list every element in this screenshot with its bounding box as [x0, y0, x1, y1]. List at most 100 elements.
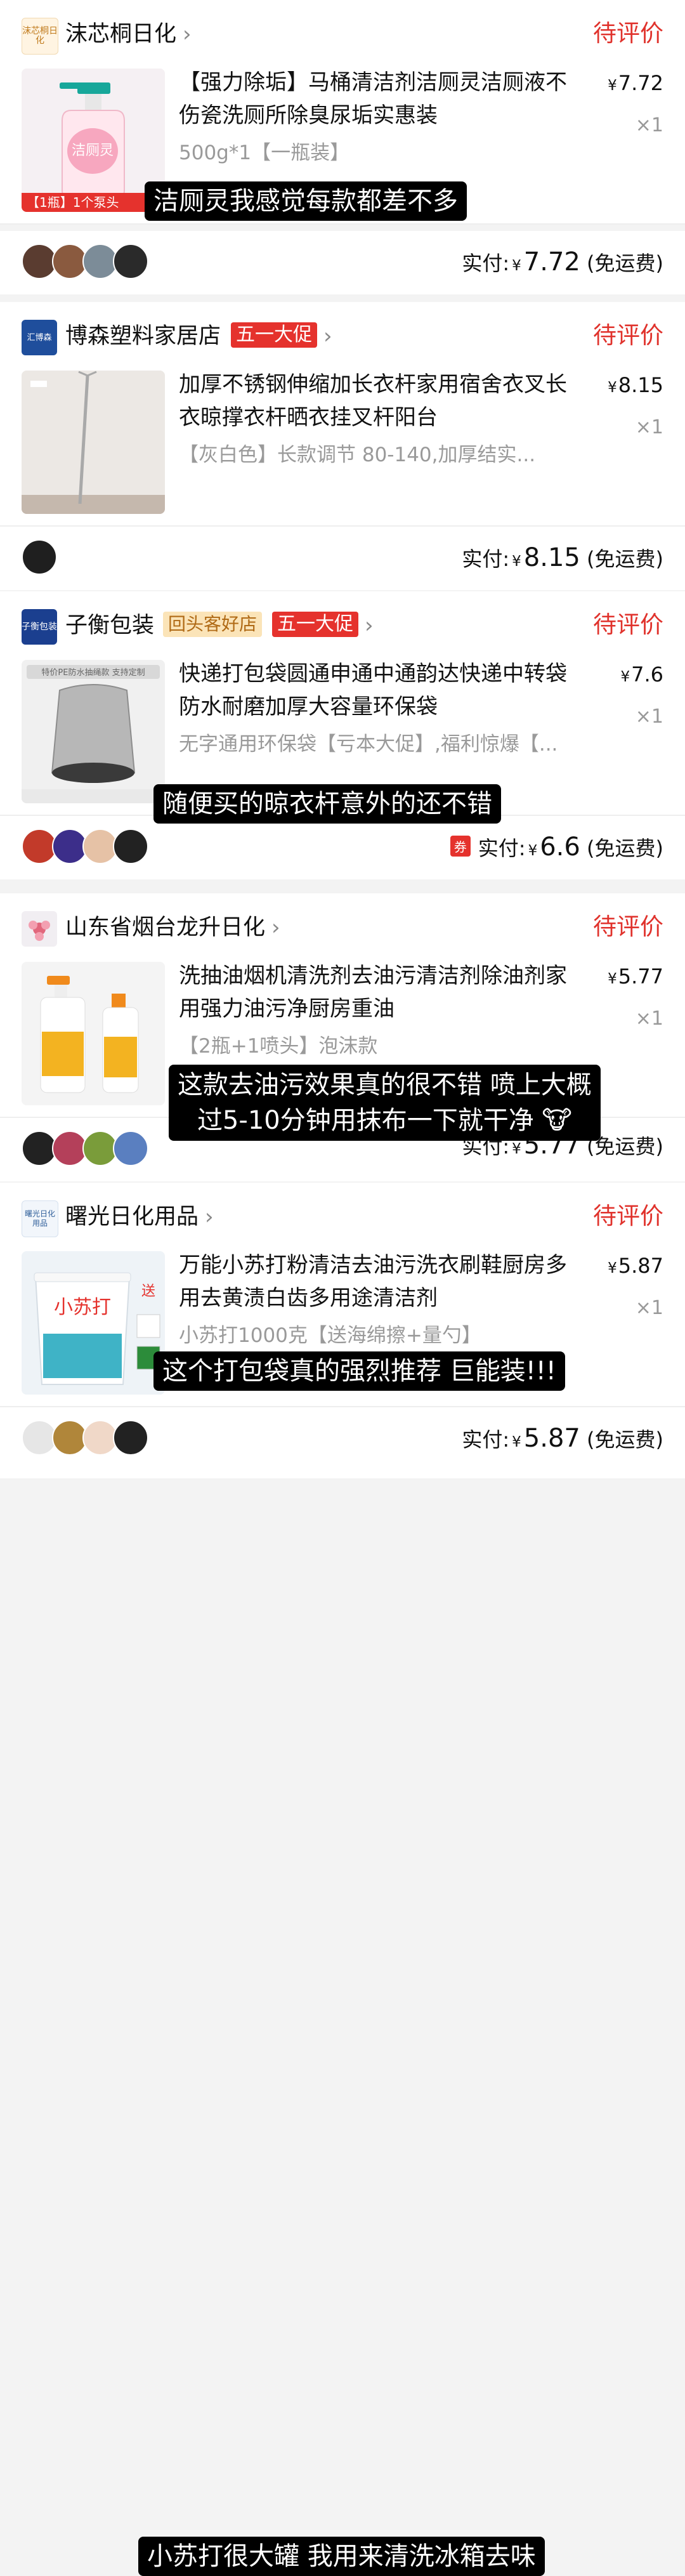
- spray-bottle-image: 洁厕灵 【1瓶】1个泵头: [22, 69, 165, 212]
- shipping-note: (免运费): [587, 1428, 663, 1452]
- shop-header[interactable]: 曙光日化用品 曙光日化用品 ›: [0, 1183, 685, 1246]
- shop-name-link[interactable]: 沫芯桐日化 ›: [65, 19, 192, 49]
- product-thumbnail[interactable]: 小苏打 送: [22, 1251, 165, 1395]
- avatar-group[interactable]: [22, 244, 148, 279]
- paid-label: 实付:: [462, 251, 510, 275]
- chevron-right-icon: ›: [365, 613, 374, 638]
- review-caption: 随便买的晾衣杆意外的还不错: [153, 784, 501, 824]
- clothes-pole-image: [22, 371, 165, 514]
- order-card[interactable]: 沫芯桐日化 沫芯桐日化 › 待评价 洁厕灵 【1瓶】1个泵头 【强力除垢】马桶清洁…: [0, 0, 685, 223]
- shop-header[interactable]: 山东省烟台龙升日化 ›: [0, 893, 685, 957]
- shop-header[interactable]: 汇博森 博森塑料家居店 五一大促 ›: [0, 302, 685, 365]
- chevron-right-icon: ›: [205, 1204, 214, 1230]
- currency-symbol: ¥: [608, 971, 617, 987]
- shop-header[interactable]: 沫芯桐日化 沫芯桐日化 ›: [0, 0, 685, 63]
- shop-logo: [22, 911, 57, 947]
- avatar-group[interactable]: [22, 829, 148, 864]
- product-variant: 500g*1【一瓶装】: [179, 141, 350, 164]
- currency-symbol: ¥: [608, 1260, 617, 1277]
- paid-label: 实付:: [462, 547, 510, 571]
- return-customer-badge: 回头客好店: [163, 612, 263, 637]
- quantity: ×1: [635, 114, 663, 136]
- product-variant: 【灰白色】长款调节 80-140,加厚结实...: [179, 444, 536, 466]
- order-status[interactable]: 待评价: [593, 18, 663, 49]
- review-caption: 这个打包袋真的强烈推荐 巨能装!!!: [153, 1351, 565, 1391]
- currency-symbol: ¥: [512, 1141, 521, 1157]
- cleaner-bottles-image: [22, 962, 165, 1105]
- svg-text:小苏打: 小苏打: [54, 1296, 111, 1318]
- chevron-right-icon: ›: [183, 22, 192, 47]
- shipping-note: (免运费): [587, 251, 663, 275]
- order-status[interactable]: 待评价: [593, 320, 663, 352]
- review-caption: 小苏打很大罐 我用来清洗冰箱去味: [138, 2537, 545, 2576]
- product-title[interactable]: 快递打包袋圆通申通中通韵达快递中转袋防水耐磨加厚大容量环保袋: [179, 657, 578, 723]
- avatar: [113, 244, 148, 279]
- quantity: ×1: [635, 1297, 663, 1319]
- product-thumbnail[interactable]: 洁厕灵 【1瓶】1个泵头: [22, 69, 165, 212]
- paid-amount: 7.72: [523, 247, 580, 277]
- shop-logo: 汇博森: [22, 320, 57, 355]
- product-variant: 【2瓶+1喷头】泡沫款: [179, 1035, 378, 1058]
- unit-price: ¥5.77: [608, 964, 663, 989]
- price-value: 8.15: [618, 373, 663, 397]
- shop-name-link[interactable]: 山东省烟台龙升日化 ›: [65, 912, 280, 943]
- unit-price: ¥7.72: [608, 71, 663, 95]
- avatar-group[interactable]: [22, 539, 57, 575]
- product-title[interactable]: 洗抽油烟机清洗剂去油污清洁剂除油剂家用强力油污净厨房重油: [179, 959, 578, 1025]
- order-footer: 实付: ¥5.87 (免运费): [0, 1407, 685, 1478]
- paid-amount: 6.6: [540, 832, 580, 862]
- shop-name: 曙光日化用品: [65, 1204, 199, 1230]
- order-footer: 券实付: ¥6.6 (免运费): [0, 816, 685, 879]
- avatar: [113, 829, 148, 864]
- product-thumbnail[interactable]: 特价PE防水抽绳款 支持定制: [22, 660, 165, 803]
- avatar-group[interactable]: [22, 1131, 148, 1166]
- shop-name-link[interactable]: 子衡包装 回头客好店 五一大促 ›: [65, 610, 374, 641]
- caption-line: 这款去油污效果真的很不错 喷上大概: [178, 1070, 592, 1100]
- quantity: ×1: [635, 416, 663, 438]
- price-value: 7.6: [631, 662, 663, 687]
- product-thumbnail[interactable]: [22, 962, 165, 1105]
- shop-header[interactable]: 子衡包装 子衡包装 回头客好店 五一大促 ›: [0, 591, 685, 655]
- product-title[interactable]: 【强力除垢】马桶清洁剂洁厕灵洁厕液不伤瓷洗厕所除臭尿垢实惠装: [179, 66, 578, 132]
- shop-logo: 曙光日化用品: [22, 1200, 58, 1237]
- divider: [0, 223, 685, 225]
- shop-name-link[interactable]: 曙光日化用品 ›: [65, 1202, 214, 1232]
- currency-symbol: ¥: [512, 553, 521, 570]
- paid-label: 实付:: [462, 1428, 510, 1452]
- order-card[interactable]: 子衡包装 子衡包装 回头客好店 五一大促 › 待评价 特价PE防水抽绳款 支持定制 快…: [0, 591, 685, 1391]
- product-title[interactable]: 万能小苏打粉清洁去油污洗衣刷鞋厨房多用去黄渍白齿多用途清洁剂: [179, 1249, 578, 1315]
- review-caption: 这款去油污效果真的很不错 喷上大概 过5-10分钟用抹布一下就干净 🐮: [169, 1065, 601, 1141]
- product-thumbnail[interactable]: [22, 371, 165, 514]
- order-feed: 沫芯桐日化 沫芯桐日化 › 待评价 洁厕灵 【1瓶】1个泵头 【强力除垢】马桶清洁…: [0, 0, 685, 2576]
- chevron-right-icon: ›: [271, 915, 280, 940]
- paid-total: 实付: ¥7.72 (免运费): [462, 247, 663, 277]
- avatar: [22, 539, 57, 575]
- shop-name-link[interactable]: 博森塑料家居店 五一大促 ›: [65, 321, 332, 352]
- avatar-group[interactable]: [22, 1420, 148, 1456]
- flower-logo-icon: [29, 921, 50, 941]
- order-status[interactable]: 待评价: [593, 911, 663, 943]
- currency-symbol: ¥: [512, 258, 521, 274]
- order-status[interactable]: 待评价: [593, 1200, 663, 1232]
- review-caption: 洁厕灵我感觉每款都差不多: [145, 181, 467, 221]
- svg-text:特价PE防水抽绳款 支持定制: 特价PE防水抽绳款 支持定制: [41, 667, 145, 678]
- shop-name: 沫芯桐日化: [65, 22, 177, 47]
- currency-symbol: ¥: [608, 77, 617, 94]
- price-value: 5.77: [618, 964, 663, 989]
- product-title[interactable]: 加厚不锈钢伸缩加长衣杆家用宿舍衣叉长衣晾撑衣杆晒衣挂叉杆阳台: [179, 368, 578, 434]
- order-card[interactable]: 汇博森 博森塑料家居店 五一大促 › 待评价 加厚不锈钢伸缩加长衣杆家用宿舍衣叉长衣…: [0, 302, 685, 824]
- promo-tag: 五一大促: [272, 612, 359, 637]
- promo-tag: 五一大促: [231, 322, 318, 348]
- order-footer: 实付: ¥8.15 (免运费): [0, 527, 685, 590]
- packing-bag-image: 特价PE防水抽绳款 支持定制: [22, 660, 165, 803]
- quantity: ×1: [635, 706, 663, 728]
- coupon-badge: 券: [450, 836, 471, 857]
- price-value: 7.72: [618, 71, 663, 95]
- order-status[interactable]: 待评价: [593, 609, 663, 641]
- shop-logo: 沫芯桐日化: [22, 18, 58, 55]
- price-value: 5.87: [618, 1254, 663, 1278]
- paid-label: 实付:: [478, 836, 526, 860]
- currency-symbol: ¥: [528, 843, 538, 859]
- unit-price: ¥8.15: [608, 373, 663, 397]
- currency-symbol: ¥: [608, 379, 617, 396]
